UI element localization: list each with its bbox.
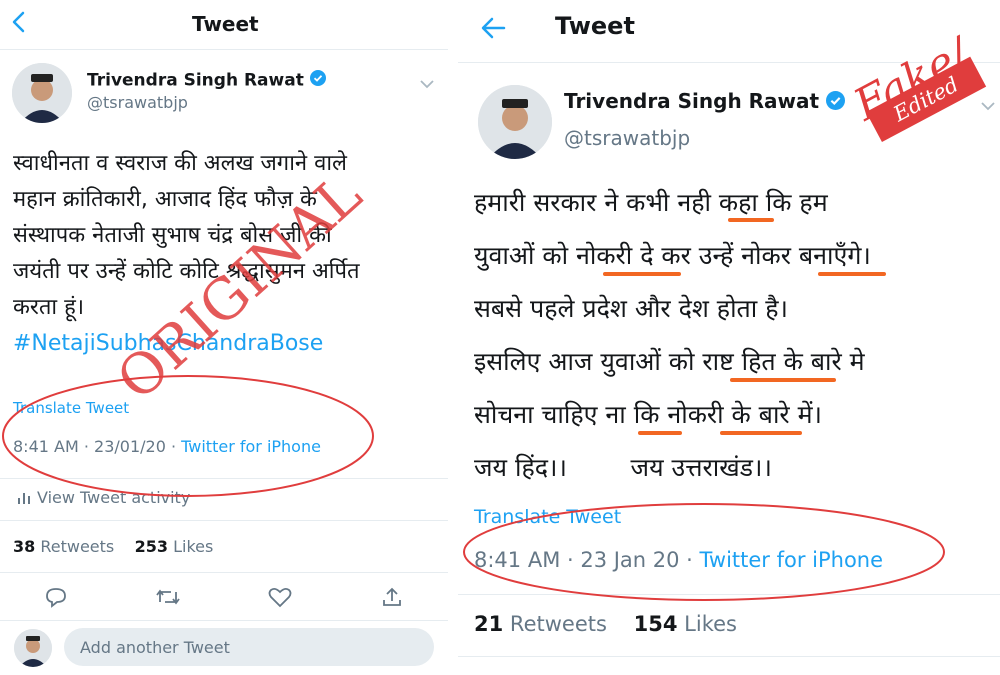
avatar[interactable] [12,63,72,123]
chevron-down-icon[interactable] [419,74,435,93]
tweet-timestamp: 8:41 AM · 23/01/20 · Twitter for iPhone [13,437,321,456]
add-another-tweet-input[interactable]: Add another Tweet [64,628,434,666]
divider [0,572,448,573]
highlight-underline [818,272,886,276]
tweet-line: स्वाधीनता व स्वराज की अलख जगाने वाले [13,151,347,176]
share-icon[interactable] [379,584,405,610]
highlight-underline [638,431,682,435]
user-name-text: Trivendra Singh Rawat [87,70,304,91]
tweet-stats: 21 Retweets 154 Likes [474,612,737,636]
translate-tweet-link[interactable]: Translate Tweet [474,506,621,528]
user-handle: @tsrawatbjp [87,93,188,112]
divider [0,520,448,521]
header-title: Tweet [555,12,635,40]
tweet-text: हमारी सरकार ने कभी नही कहा कि हम युवाओं … [474,176,871,494]
tweet-line: सबसे पहले प्रदेश और देश होता है। [474,294,788,323]
original-tweet-panel: Tweet Trivendra Singh Rawat @tsrawatbjp … [0,0,448,675]
retweet-icon[interactable] [155,584,181,610]
bar-chart-icon [17,489,31,508]
divider [458,656,1000,657]
edited-tweet-panel: Tweet Trivendra Singh Rawat @tsrawatbjp … [458,0,1000,675]
view-tweet-activity-label: View Tweet activity [37,488,191,507]
highlight-underline [728,218,774,222]
retweets-count[interactable]: 38 [13,537,35,556]
highlight-underline [720,431,802,435]
user-name[interactable]: Trivendra Singh Rawat [87,70,326,91]
user-name[interactable]: Trivendra Singh Rawat [564,89,846,115]
retweets-count[interactable]: 21 [474,612,503,636]
verified-badge-icon [826,90,846,115]
tweet-source-link[interactable]: Twitter for iPhone [700,548,884,572]
verified-badge-icon [309,70,326,91]
user-handle: @tsrawatbjp [564,126,691,150]
retweets-label[interactable]: Retweets [40,537,114,556]
likes-label[interactable]: Likes [173,537,213,556]
translate-tweet-link[interactable]: Translate Tweet [13,399,129,417]
divider [0,478,448,479]
left-header: Tweet [0,0,448,50]
highlight-underline [603,272,681,276]
view-tweet-activity[interactable]: View Tweet activity [17,488,190,508]
timestamp-text: 8:41 AM · 23 Jan 20 · [474,548,700,572]
divider [458,594,1000,595]
back-arrow-icon[interactable] [10,10,28,38]
tweet-line: हमारी सरकार ने कभी नही कहा कि हम [474,188,828,217]
likes-count[interactable]: 253 [135,537,168,556]
likes-count[interactable]: 154 [634,612,678,636]
reply-icon[interactable] [43,584,69,610]
divider [0,620,448,621]
reply-placeholder: Add another Tweet [80,637,230,657]
avatar[interactable] [478,85,552,159]
likes-label[interactable]: Likes [684,612,737,636]
chevron-down-icon[interactable] [980,96,996,115]
highlight-underline [730,378,836,382]
tweet-stats: 38 Retweets 253 Likes [13,537,213,556]
reply-avatar [14,629,52,667]
user-name-text: Trivendra Singh Rawat [564,89,820,113]
retweets-label[interactable]: Retweets [510,612,607,636]
panel-gap [448,0,458,675]
back-arrow-icon[interactable] [480,16,506,44]
header-title: Tweet [192,12,259,36]
tweet-actions [0,581,448,613]
tweet-source-link[interactable]: Twitter for iPhone [181,437,321,456]
tweet-line: जय हिंद।। जय उत्तराखंड।। [474,453,772,482]
timestamp-text: 8:41 AM · 23/01/20 · [13,437,182,456]
tweet-timestamp: 8:41 AM · 23 Jan 20 · Twitter for iPhone [474,548,883,572]
like-icon[interactable] [267,584,293,610]
